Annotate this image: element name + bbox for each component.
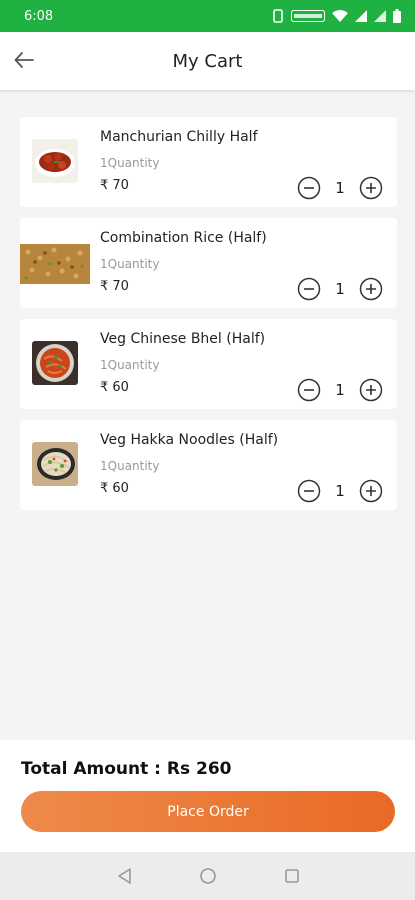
quantity-stepper: 1 — [297, 377, 383, 403]
quantity-stepper: 1 — [297, 478, 383, 504]
nav-recents-button[interactable] — [280, 864, 304, 888]
signal-icon — [355, 10, 367, 22]
status-time: 6:08 — [24, 8, 54, 24]
fried-rice-photo — [20, 244, 90, 284]
status-bar: 6:08 — [0, 0, 415, 32]
nav-back-button[interactable] — [112, 864, 136, 888]
item-quantity-label: 1Quantity — [100, 459, 160, 473]
quantity-stepper: 1 — [297, 175, 383, 201]
plus-circle-icon[interactable] — [359, 378, 383, 402]
quantity-count: 1 — [335, 280, 345, 298]
minus-circle-icon[interactable] — [297, 277, 321, 301]
item-price: ₹ 60 — [100, 481, 129, 496]
circle-home-icon — [199, 868, 216, 884]
back-button[interactable] — [10, 46, 38, 74]
app-header: My Cart — [0, 32, 415, 90]
item-price: ₹ 60 — [100, 380, 129, 395]
cart-footer: Total Amount : Rs 260 Place Order — [0, 740, 415, 852]
battery-icon — [393, 9, 401, 23]
item-price: ₹ 70 — [100, 178, 129, 193]
cart-item: Veg Chinese Bhel (Half) 1Quantity ₹ 60 1 — [20, 319, 397, 409]
arrow-left-icon — [14, 52, 34, 68]
triangle-back-icon — [117, 868, 131, 884]
volte-icon — [291, 10, 325, 22]
item-name: Veg Chinese Bhel (Half) — [100, 331, 266, 347]
total-amount: Total Amount : Rs 260 — [21, 759, 232, 779]
item-quantity-label: 1Quantity — [100, 156, 160, 170]
system-nav-bar — [0, 852, 415, 900]
manchurian-photo — [32, 139, 78, 183]
square-recents-icon — [284, 869, 299, 883]
item-name: Veg Hakka Noodles (Half) — [100, 432, 279, 448]
status-icons — [272, 9, 401, 23]
signal-icon — [374, 10, 386, 22]
minus-circle-icon[interactable] — [297, 479, 321, 503]
chinese-bhel-photo — [32, 341, 78, 385]
page-title: My Cart — [172, 50, 243, 72]
place-order-button[interactable]: Place Order — [21, 791, 395, 832]
vibrate-icon — [273, 9, 283, 23]
quantity-count: 1 — [335, 179, 345, 197]
wifi-icon — [332, 9, 348, 22]
minus-circle-icon[interactable] — [297, 176, 321, 200]
item-quantity-label: 1Quantity — [100, 257, 160, 271]
quantity-count: 1 — [335, 381, 345, 399]
item-price: ₹ 70 — [100, 279, 129, 294]
item-quantity-label: 1Quantity — [100, 358, 160, 372]
hakka-noodles-photo — [32, 442, 78, 486]
plus-circle-icon[interactable] — [359, 479, 383, 503]
quantity-count: 1 — [335, 482, 345, 500]
item-name: Manchurian Chilly Half — [100, 129, 258, 145]
quantity-stepper: 1 — [297, 276, 383, 302]
cart-item: Combination Rice (Half) 1Quantity ₹ 70 1 — [20, 218, 397, 308]
cart-list: Manchurian Chilly Half 1Quantity ₹ 70 1 — [20, 117, 397, 510]
minus-circle-icon[interactable] — [297, 378, 321, 402]
cart-item: Manchurian Chilly Half 1Quantity ₹ 70 1 — [20, 117, 397, 207]
item-name: Combination Rice (Half) — [100, 230, 267, 246]
plus-circle-icon[interactable] — [359, 176, 383, 200]
nav-home-button[interactable] — [196, 864, 220, 888]
plus-circle-icon[interactable] — [359, 277, 383, 301]
cart-item: Veg Hakka Noodles (Half) 1Quantity ₹ 60 … — [20, 420, 397, 510]
